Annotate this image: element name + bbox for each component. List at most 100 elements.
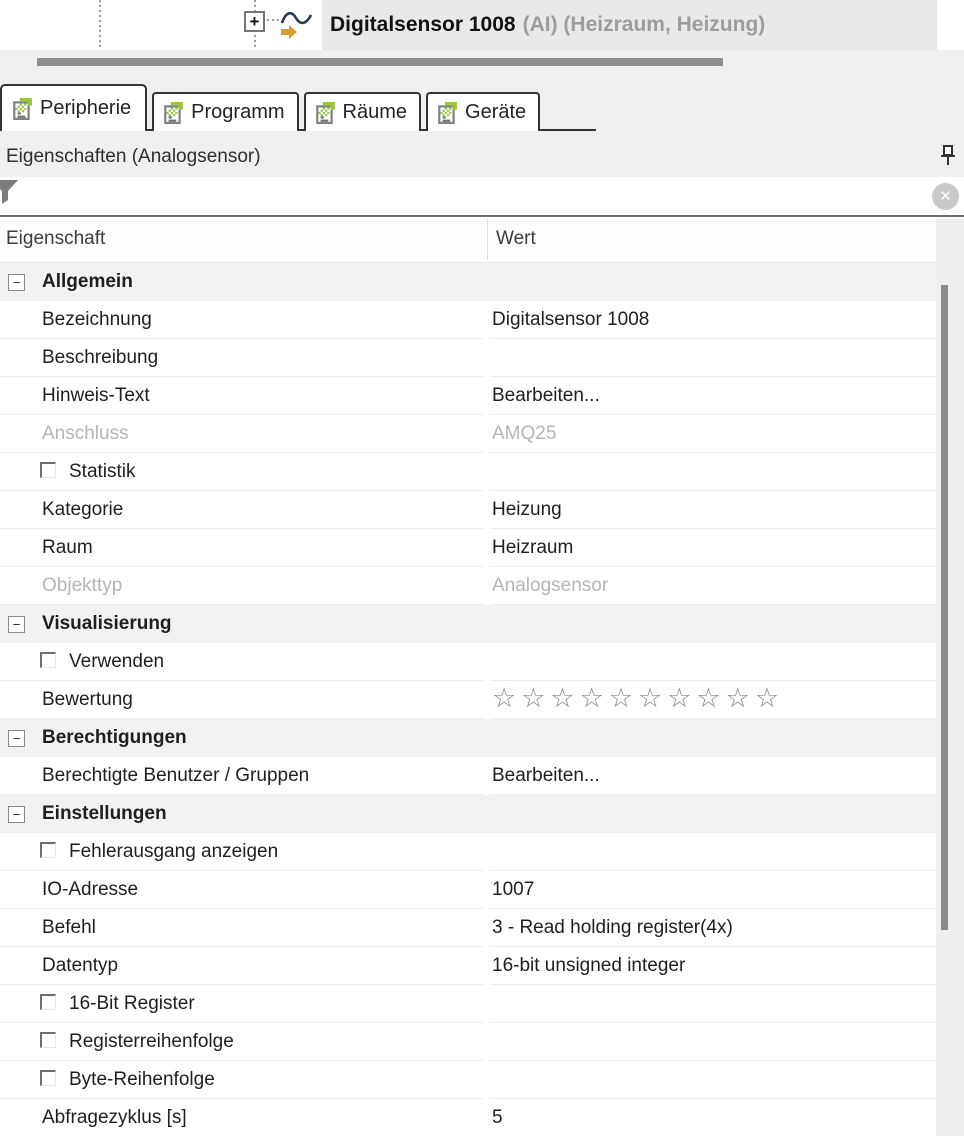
property-row[interactable]: Fehlerausgang anzeigen [0,833,964,871]
section-label: Berechtigungen [42,727,187,748]
collapse-icon[interactable]: − [8,805,25,823]
checkbox[interactable] [40,841,56,858]
property-row[interactable]: Bewertung ☆☆☆☆☆☆☆☆☆☆ [0,681,964,719]
vertical-scrollbar-thumb[interactable] [941,285,948,930]
tree-item-suffix: (AI) (Heizraum, Heizung) [522,13,766,36]
checkbox[interactable] [40,993,56,1010]
tab-strip: Peripherie Programm Räume Geräte [0,84,545,131]
vertical-scrollbar[interactable] [936,219,964,1136]
property-label: Beschreibung [42,346,159,368]
property-value[interactable] [490,833,964,871]
section-row[interactable]: − Berechtigungen [0,719,964,757]
property-value[interactable] [490,339,964,377]
section-label: Allgemein [42,271,133,292]
tab-r-ume[interactable]: Räume [303,92,422,131]
property-label: Kategorie [42,498,124,520]
property-row[interactable]: Registerreihenfolge [0,1023,964,1061]
properties-grid: − Allgemein Bezeichnung Digitalsensor 10… [0,263,964,1136]
property-row[interactable]: Statistik [0,453,964,491]
tab-peripherie[interactable]: Peripherie [0,84,148,131]
app-window: + Digitalsensor 1008 (AI) (Heizraum, Hei… [0,0,964,1136]
property-row[interactable]: Abfragezyklus [s] 5 [0,1099,964,1136]
property-value[interactable]: Heizraum [490,529,964,567]
filter-input[interactable] [24,181,918,213]
property-value[interactable]: Heizung [490,491,964,529]
tab-label: Räume [342,101,408,123]
section-label: Visualisierung [42,613,172,634]
property-value[interactable]: Digitalsensor 1008 [490,301,964,339]
section-label: Einstellungen [42,803,167,824]
property-row[interactable]: Beschreibung [0,339,964,377]
property-value[interactable]: Bearbeiten... [490,757,964,795]
horizontal-scrollbar[interactable] [0,50,964,72]
property-row[interactable]: IO-Adresse 1007 [0,871,964,909]
tree-guide-line [99,0,101,48]
property-value: AMQ25 [490,415,964,453]
form-icon [438,101,457,124]
property-row[interactable]: Befehl 3 - Read holding register(4x) [0,909,964,947]
property-value[interactable] [490,1023,964,1061]
property-label: Hinweis-Text [42,384,150,406]
property-row[interactable]: Objekttyp Analogsensor [0,567,964,605]
checkbox[interactable] [40,1031,56,1048]
property-label: Berechtigte Benutzer / Gruppen [42,764,310,786]
property-label: Abfragezyklus [s] [42,1106,187,1128]
property-row[interactable]: Datentyp 16-bit unsigned integer [0,947,964,985]
tree-item-digitalsensor[interactable]: Digitalsensor 1008 (AI) (Heizraum, Heizu… [322,0,937,50]
property-value[interactable]: 5 [490,1099,964,1136]
tab-ger-te[interactable]: Geräte [426,92,541,131]
property-label: Anschluss [42,422,129,444]
clear-filter-button[interactable]: ✕ [932,183,959,210]
property-label: Fehlerausgang anzeigen [69,840,279,862]
property-row[interactable]: Hinweis-Text Bearbeiten... [0,377,964,415]
form-icon [164,101,184,124]
property-value[interactable] [490,1061,964,1099]
property-row[interactable]: 16-Bit Register [0,985,964,1023]
tab-label: Geräte [465,101,527,123]
property-value[interactable]: 16-bit unsigned integer [490,947,964,985]
horizontal-scrollbar-thumb[interactable] [37,58,723,66]
collapse-icon[interactable]: − [8,615,25,633]
tree-expand-button[interactable]: + [244,11,265,32]
collapse-icon[interactable]: − [8,729,25,747]
property-value[interactable]: Bearbeiten... [490,377,964,415]
checkbox[interactable] [40,461,56,478]
column-header-value[interactable]: Wert [496,228,536,250]
property-label: Verwenden [69,650,165,672]
collapse-icon[interactable]: − [8,273,25,291]
property-value[interactable]: 1007 [490,871,964,909]
property-row[interactable]: Anschluss AMQ25 [0,415,964,453]
property-value[interactable]: ☆☆☆☆☆☆☆☆☆☆ [490,681,964,719]
property-value[interactable] [490,643,964,681]
property-label: 16-Bit Register [69,992,195,1014]
property-label: Bewertung [42,688,133,710]
section-row[interactable]: − Einstellungen [0,795,964,833]
checkbox[interactable] [40,1069,56,1086]
tree-item-title: Digitalsensor 1008 [330,13,516,36]
section-row[interactable]: − Allgemein [0,263,964,301]
property-label: Raum [42,536,93,558]
property-row[interactable]: Byte-Reihenfolge [0,1061,964,1099]
header-band: Peripherie Programm Räume Geräte Eigensc… [0,50,964,177]
filter-row: ✕ [0,177,964,217]
column-header-property[interactable]: Eigenschaft [6,228,105,250]
pin-icon[interactable] [939,144,957,166]
property-row[interactable]: Bezeichnung Digitalsensor 1008 [0,301,964,339]
property-value[interactable] [490,985,964,1023]
checkbox[interactable] [40,651,56,668]
property-label: IO-Adresse [42,878,139,900]
property-row[interactable]: Raum Heizraum [0,529,964,567]
property-row[interactable]: Verwenden [0,643,964,681]
property-value[interactable] [490,453,964,491]
rating-stars[interactable]: ☆☆☆☆☆☆☆☆☆☆ [492,685,784,712]
property-label: Registerreihenfolge [69,1030,234,1052]
property-value: Analogsensor [490,567,964,605]
section-row[interactable]: − Visualisierung [0,605,964,643]
property-value[interactable]: 3 - Read holding register(4x) [490,909,964,947]
property-label: Byte-Reihenfolge [69,1068,215,1090]
tab-programm[interactable]: Programm [152,92,299,131]
property-row[interactable]: Kategorie Heizung [0,491,964,529]
property-row[interactable]: Berechtigte Benutzer / Gruppen Bearbeite… [0,757,964,795]
property-label: Bezeichnung [42,308,152,330]
column-divider[interactable] [487,219,488,260]
